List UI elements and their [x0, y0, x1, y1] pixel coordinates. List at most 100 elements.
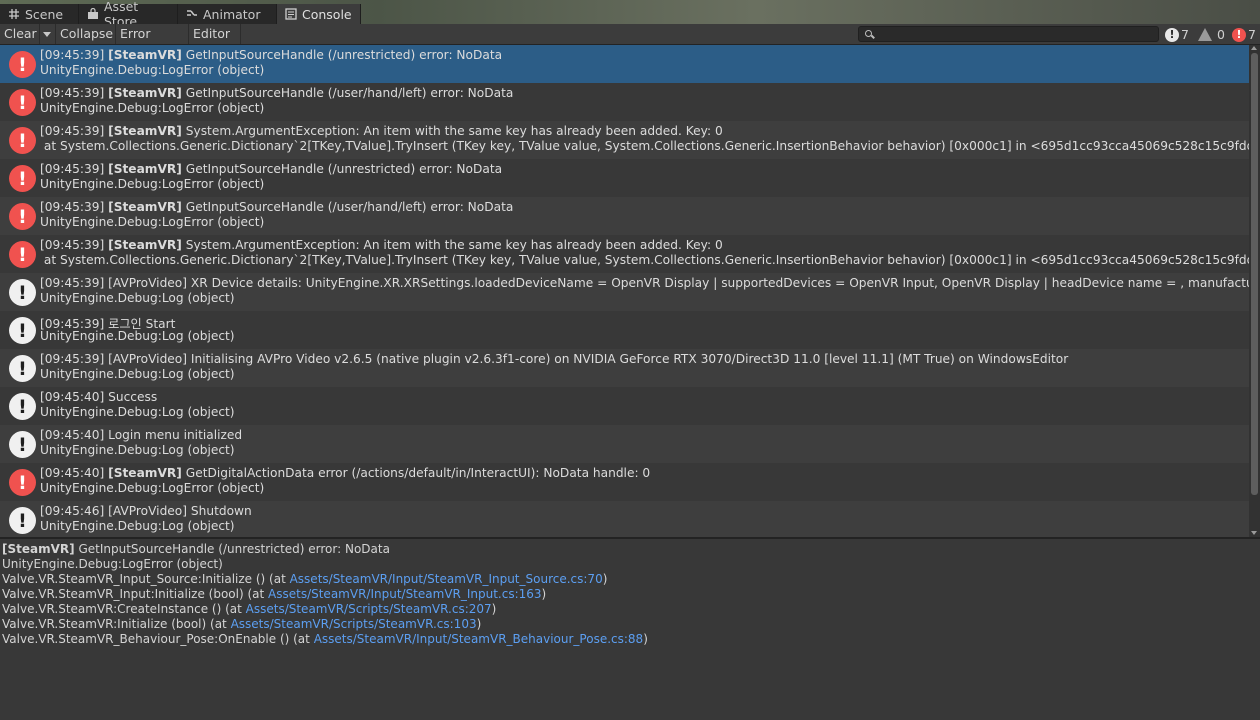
- log-entry-row[interactable]: ! [09:45:40] Login menu initialized UnityE…: [0, 425, 1249, 463]
- scroll-up-icon[interactable]: [1251, 46, 1257, 50]
- collapse-toggle[interactable]: Collapse: [56, 24, 116, 44]
- log-entry-row[interactable]: ! [09:45:39] [SteamVR] System.ArgumentExc…: [0, 235, 1249, 273]
- animator-icon: [186, 8, 198, 20]
- log-entry-message: [09:45:40] Success: [40, 390, 157, 404]
- log-entry-source: at System.Collections.Generic.Dictionary…: [40, 253, 1249, 267]
- stack-trace-lines: UnityEngine.Debug:LogError (object) Valve…: [2, 557, 1258, 647]
- log-entry-source: UnityEngine.Debug:Log (object): [40, 443, 235, 457]
- clear-options-dropdown[interactable]: [40, 24, 56, 44]
- window-tab-strip: Scene Asset Store Animator Console: [0, 0, 1260, 29]
- warning-count: 0: [1217, 27, 1225, 42]
- log-entry-text: System.ArgumentException: An item with t…: [185, 238, 723, 252]
- log-entry-time: [09:45:39]: [40, 124, 105, 138]
- console-toolbar: Clear Collapse Error Pause Editor ! 7 0 …: [0, 24, 1260, 61]
- search-field[interactable]: [858, 26, 1159, 42]
- tab-scene[interactable]: Scene: [0, 4, 79, 24]
- source-file-link[interactable]: Assets/SteamVR/Scripts/SteamVR.cs:207: [246, 602, 492, 616]
- stack-trace-line: UnityEngine.Debug:LogError (object): [2, 557, 1258, 572]
- scrollbar-thumb[interactable]: [1251, 53, 1258, 495]
- log-entry-source: UnityEngine.Debug:Log (object): [40, 405, 235, 419]
- detail-header: [SteamVR] GetInputSourceHandle (/unrestr…: [2, 542, 1258, 557]
- log-entry-text: Login menu initialized: [108, 428, 243, 442]
- log-entry-time: [09:45:39]: [40, 48, 105, 62]
- log-entry-row[interactable]: ! [09:45:40] [SteamVR] GetDigitalActionDa…: [0, 463, 1249, 501]
- log-entry-message: [09:45:39] [SteamVR] GetInputSourceHandl…: [40, 48, 502, 62]
- log-entry-time: [09:45:46]: [40, 504, 105, 518]
- stack-trace-suffix: ): [643, 632, 648, 646]
- source-file-link[interactable]: Assets/SteamVR/Scripts/SteamVR.cs:103: [231, 617, 477, 631]
- search-icon: [865, 30, 872, 37]
- log-entry-message: [09:45:39] [SteamVR] GetInputSourceHandl…: [40, 200, 513, 214]
- info-icon: !: [9, 393, 36, 420]
- tab-label: Scene: [25, 6, 64, 22]
- log-entry-row[interactable]: ! [09:45:39] [SteamVR] GetInputSourceHand…: [0, 83, 1249, 121]
- log-entry-time: [09:45:39]: [40, 276, 105, 290]
- tab-animator[interactable]: Animator: [178, 4, 277, 24]
- stack-trace-line: Valve.VR.SteamVR:Initialize (bool) (at A…: [2, 617, 1258, 632]
- chevron-down-icon: [43, 32, 51, 37]
- tab-asset-store[interactable]: Asset Store: [79, 0, 178, 29]
- editor-dropdown[interactable]: Editor: [189, 24, 241, 57]
- log-list-scrollbar[interactable]: [1249, 45, 1260, 537]
- log-entry-row[interactable]: ! [09:45:39] [AVProVideo] Initialising AV…: [0, 349, 1249, 387]
- tab-bar: Scene Asset Store Animator Console: [0, 0, 361, 29]
- log-entry-source: UnityEngine.Debug:Log (object): [40, 519, 235, 533]
- log-entry-tag: [SteamVR]: [108, 200, 182, 214]
- log-entry-source: UnityEngine.Debug:LogError (object): [40, 63, 265, 77]
- log-entry-source: at System.Collections.Generic.Dictionary…: [40, 139, 1249, 153]
- log-entry-row[interactable]: ! [09:45:39] 로그인 Start UnityEngine.Debug:L…: [0, 311, 1249, 349]
- log-entry-message: [09:45:40] Login menu initialized: [40, 428, 242, 442]
- warning-count-toggle[interactable]: 0: [1198, 26, 1225, 43]
- log-entry-message: [09:45:46] [AVProVideo] Shutdown: [40, 504, 252, 518]
- log-entry-row[interactable]: ! [09:45:39] [SteamVR] GetInputSourceHand…: [0, 45, 1249, 83]
- clear-button[interactable]: Clear: [0, 24, 40, 44]
- warning-icon: [1198, 28, 1212, 41]
- error-count: 7: [1248, 27, 1256, 42]
- log-entry-row[interactable]: ! [09:45:46] [AVProVideo] Shutdown UnityEn…: [0, 501, 1249, 537]
- log-entry-time: [09:45:40]: [40, 428, 105, 442]
- log-entry-message: [09:45:39] [AVProVideo] Initialising AVP…: [40, 352, 1068, 366]
- error-icon: !: [9, 127, 36, 154]
- error-count-toggle[interactable]: ! 7: [1232, 26, 1256, 43]
- log-entry-tag: [SteamVR]: [108, 162, 182, 176]
- log-entry-row[interactable]: ! [09:45:39] [SteamVR] GetInputSourceHand…: [0, 159, 1249, 197]
- log-entry-source: UnityEngine.Debug:Log (object): [40, 329, 235, 343]
- log-entry-tag: [SteamVR]: [108, 466, 182, 480]
- log-entry-row[interactable]: ! [09:45:39] [SteamVR] System.ArgumentExc…: [0, 121, 1249, 159]
- console-log-list[interactable]: ! [09:45:39] [SteamVR] GetInputSourceHand…: [0, 45, 1249, 537]
- log-entry-tag: [SteamVR]: [108, 124, 182, 138]
- stack-trace-suffix: ): [491, 602, 497, 616]
- info-icon: !: [9, 317, 36, 344]
- source-file-link[interactable]: Assets/SteamVR/Input/SteamVR_Behaviour_P…: [314, 632, 644, 646]
- log-entry-message: [09:45:39] [SteamVR] GetInputSourceHandl…: [40, 162, 502, 176]
- log-entry-row[interactable]: ! [09:45:39] [AVProVideo] XR Device detai…: [0, 273, 1249, 311]
- stack-trace-line: Valve.VR.SteamVR_Behaviour_Pose:OnEnable…: [2, 632, 1258, 647]
- log-entry-row[interactable]: ! [09:45:39] [SteamVR] GetInputSourceHand…: [0, 197, 1249, 235]
- info-icon: !: [9, 355, 36, 382]
- stack-trace-text: Valve.VR.SteamVR_Input:Initialize (bool)…: [2, 587, 269, 601]
- info-count-toggle[interactable]: ! 7: [1165, 26, 1189, 43]
- source-file-link[interactable]: Assets/SteamVR/Input/SteamVR_Input.cs:16…: [268, 587, 542, 601]
- log-entry-time: [09:45:39]: [40, 200, 105, 214]
- tab-label: Animator: [203, 6, 261, 22]
- error-pause-toggle[interactable]: Error Pause: [116, 24, 189, 61]
- log-entry-text: GetInputSourceHandle (/unrestricted) err…: [185, 48, 503, 62]
- log-entry-time: [09:45:39]: [40, 238, 105, 252]
- log-entry-message: [09:45:39] [SteamVR] System.ArgumentExce…: [40, 124, 723, 138]
- error-icon: !: [9, 165, 36, 192]
- detail-tag: [SteamVR]: [2, 542, 75, 556]
- log-entry-text: [AVProVideo] XR Device details: UnityEng…: [108, 276, 1249, 290]
- stack-trace-suffix: ): [541, 587, 547, 601]
- clear-label: Clear: [4, 26, 37, 41]
- tab-console[interactable]: Console: [277, 4, 361, 24]
- collapse-label: Collapse: [60, 26, 114, 41]
- error-icon: !: [9, 469, 36, 496]
- log-entry-text: GetDigitalActionData error (/actions/def…: [185, 466, 651, 480]
- source-file-link[interactable]: Assets/SteamVR/Input/SteamVR_Input_Sourc…: [290, 572, 603, 586]
- info-icon: !: [9, 279, 36, 306]
- detail-message: GetInputSourceHandle (/unrestricted) err…: [78, 542, 390, 556]
- info-icon: !: [9, 507, 36, 534]
- log-entry-row[interactable]: ! [09:45:40] Success UnityEngine.Debug:Log…: [0, 387, 1249, 425]
- scroll-down-icon[interactable]: [1251, 531, 1257, 535]
- tab-label: Console: [302, 6, 352, 22]
